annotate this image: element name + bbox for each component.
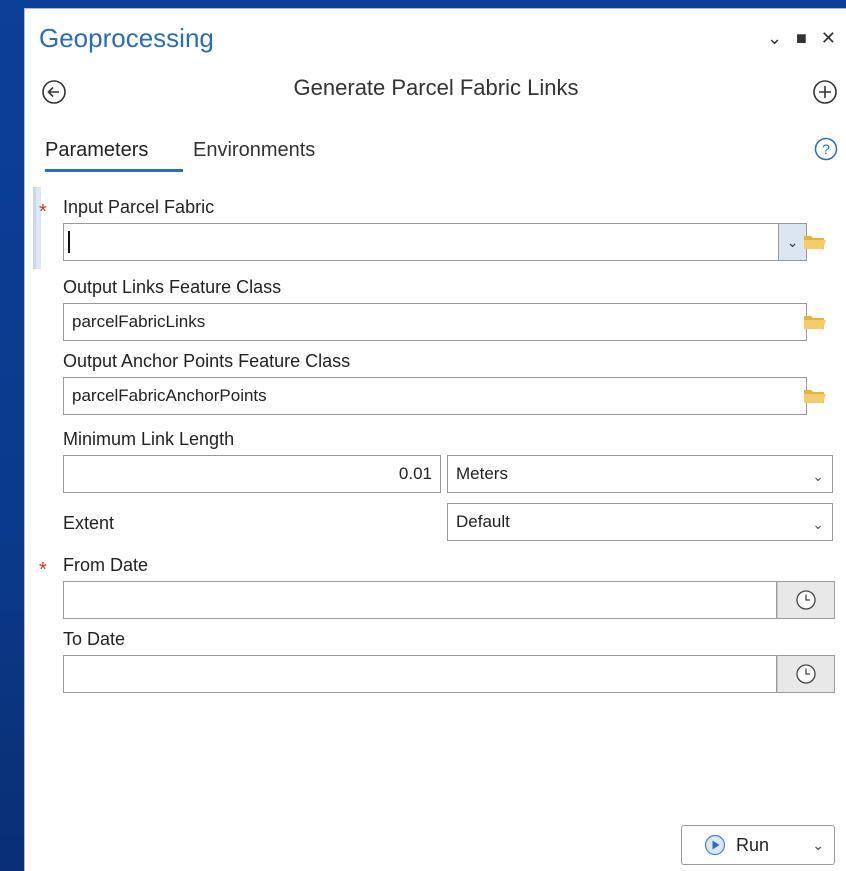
min-link-length-unit-select[interactable]: Meters ⌄ — [447, 455, 833, 493]
input-parcel-fabric-label: Input Parcel Fabric — [63, 197, 215, 217]
from-date-picker-button[interactable] — [777, 581, 835, 619]
from-date-field[interactable] — [63, 581, 777, 619]
window-controls: ⌄ ■ ✕ — [767, 29, 836, 47]
svg-text:?: ? — [822, 141, 830, 157]
extent-select-value: Default — [456, 512, 510, 531]
min-link-length-field[interactable]: 0.01 — [63, 455, 441, 493]
min-link-length-label: Minimum Link Length — [63, 429, 235, 449]
play-icon — [704, 834, 726, 856]
input-parcel-fabric-field[interactable] — [63, 223, 779, 261]
clock-icon — [796, 590, 816, 610]
text-cursor — [68, 231, 70, 253]
run-options-chevron-icon[interactable]: ⌄ — [812, 837, 824, 854]
extent-select[interactable]: Default ⌄ — [447, 503, 833, 541]
run-button[interactable]: Run ⌄ — [681, 825, 835, 865]
folder-icon — [804, 236, 826, 249]
maximize-icon[interactable]: ■ — [796, 29, 807, 47]
tab-parameters[interactable]: Parameters — [45, 139, 148, 162]
required-marker: * — [39, 201, 47, 223]
collapse-icon[interactable]: ⌄ — [767, 29, 782, 47]
extent-label: Extent — [63, 513, 115, 533]
help-button[interactable]: ? — [814, 137, 838, 166]
output-links-field[interactable]: parcelFabricLinks — [63, 303, 807, 341]
folder-icon — [804, 390, 826, 403]
close-icon[interactable]: ✕ — [821, 29, 836, 47]
active-tab-indicator — [45, 169, 183, 172]
add-to-toolbox-button[interactable] — [812, 79, 838, 110]
browse-button[interactable] — [801, 308, 829, 336]
chevron-down-icon: ⌄ — [812, 516, 824, 532]
tool-title: Generate Parcel Fabric Links — [293, 75, 579, 100]
active-param-indicator — [33, 187, 41, 269]
help-icon: ? — [814, 137, 838, 161]
pane-title: Geoprocessing — [39, 23, 214, 53]
browse-button[interactable] — [801, 228, 829, 256]
geoprocessing-pane: Geoprocessing ⌄ ■ ✕ Generate Parcel Fabr… — [24, 8, 846, 871]
to-date-picker-button[interactable] — [777, 655, 835, 693]
from-date-label: From Date — [63, 555, 149, 575]
tab-environments[interactable]: Environments — [193, 139, 315, 162]
required-marker: * — [39, 559, 47, 581]
unit-select-value: Meters — [456, 464, 508, 483]
add-icon — [813, 80, 837, 104]
output-anchor-label: Output Anchor Points Feature Class — [63, 351, 351, 371]
to-date-field[interactable] — [63, 655, 777, 693]
output-anchor-field[interactable]: parcelFabricAnchorPoints — [63, 377, 807, 415]
folder-icon — [804, 316, 826, 329]
output-links-label: Output Links Feature Class — [63, 277, 282, 297]
to-date-label: To Date — [63, 629, 126, 649]
chevron-down-icon: ⌄ — [812, 468, 824, 484]
browse-button[interactable] — [801, 382, 829, 410]
clock-icon — [796, 664, 816, 684]
run-label: Run — [736, 834, 770, 855]
